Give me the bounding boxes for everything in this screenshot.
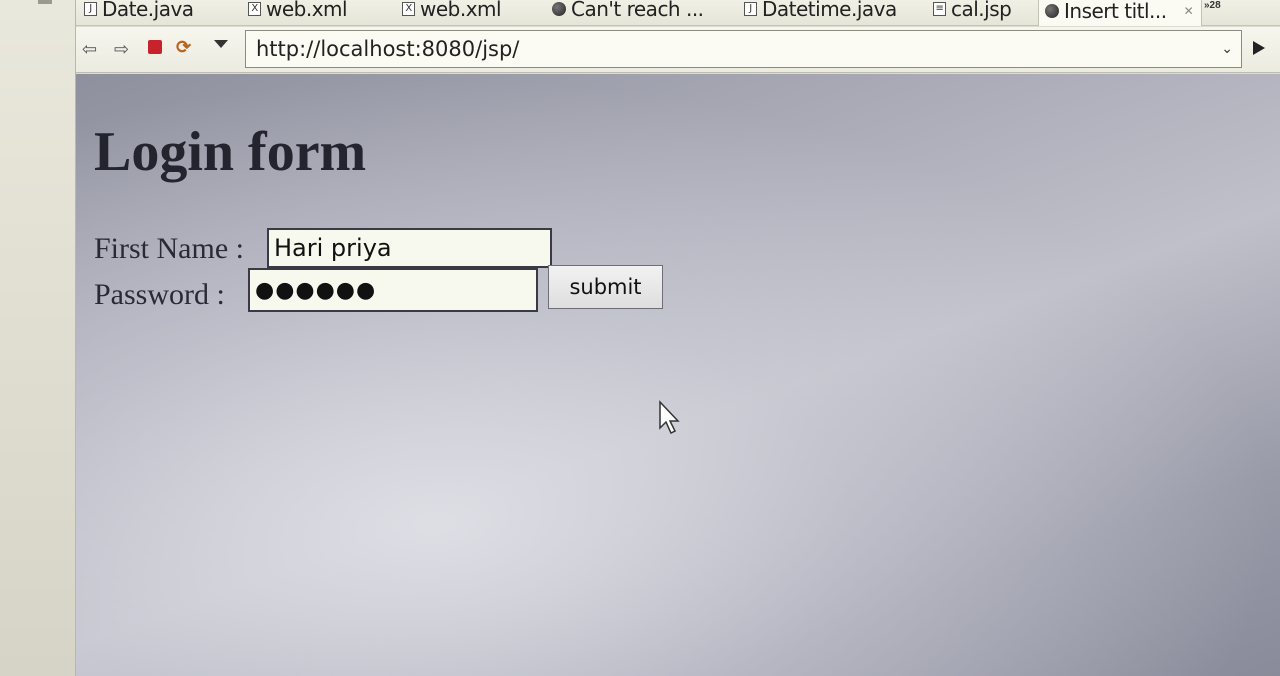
tab-insert-title[interactable]: Insert titl... ✕ (1038, 0, 1203, 26)
first-name-field[interactable] (267, 228, 552, 268)
jsp-file-icon: ≡ (933, 2, 946, 16)
first-name-label: First Name : (94, 232, 244, 265)
stop-icon[interactable] (148, 40, 162, 54)
page-title: Login form (94, 121, 367, 183)
tab-label: Insert titl... (1064, 0, 1167, 23)
tab-label: Can't reach ... (571, 0, 704, 21)
browser-toolbar: ⇦ ⇨ ⟳ ⌄ (76, 27, 1280, 73)
java-file-icon: J (744, 2, 757, 16)
submit-button[interactable]: submit (548, 265, 663, 309)
tab-label: web.xml (266, 0, 348, 21)
java-file-icon: J (84, 2, 97, 16)
tab-label: web.xml (420, 0, 502, 21)
close-tab-icon[interactable]: ✕ (1184, 4, 1194, 18)
tab-cal-jsp[interactable]: ≡ cal.jsp (933, 0, 1012, 24)
minimize-icon[interactable] (38, 0, 52, 4)
tab-label: Datetime.java (762, 0, 897, 21)
tab-overflow-indicator[interactable]: »28 (1204, 0, 1221, 11)
tab-web-xml-1[interactable]: X web.xml (248, 0, 348, 24)
url-input[interactable] (256, 37, 1196, 61)
tab-date-java[interactable]: J Date.java (84, 0, 194, 24)
tab-bar: J Date.java X web.xml X web.xml Can't re… (76, 0, 1280, 26)
editor-side-strip (0, 0, 76, 676)
globe-icon (552, 2, 566, 16)
tab-datetime-java[interactable]: J Datetime.java (744, 0, 897, 24)
xml-file-icon: X (402, 2, 415, 16)
tab-label: Date.java (102, 0, 194, 21)
page-content: Login form First Name : Password : submi… (76, 74, 1280, 676)
password-label: Password : (94, 278, 225, 311)
go-icon[interactable] (1253, 41, 1265, 55)
mouse-pointer-icon (659, 400, 680, 435)
history-dropdown-icon[interactable] (214, 40, 228, 48)
tab-cant-reach[interactable]: Can't reach ... (552, 0, 704, 24)
xml-file-icon: X (248, 2, 261, 16)
password-field[interactable] (248, 268, 538, 312)
forward-arrow-icon[interactable]: ⇨ (114, 39, 129, 59)
refresh-icon[interactable]: ⟳ (176, 37, 191, 58)
back-arrow-icon[interactable]: ⇦ (82, 39, 97, 59)
chevron-down-icon[interactable]: ⌄ (1221, 40, 1233, 57)
url-bar[interactable]: ⌄ (245, 30, 1242, 68)
tab-label: cal.jsp (951, 0, 1012, 21)
tab-web-xml-2[interactable]: X web.xml (402, 0, 502, 24)
globe-icon (1045, 3, 1059, 18)
browser-window: J Date.java X web.xml X web.xml Can't re… (0, 0, 1280, 676)
